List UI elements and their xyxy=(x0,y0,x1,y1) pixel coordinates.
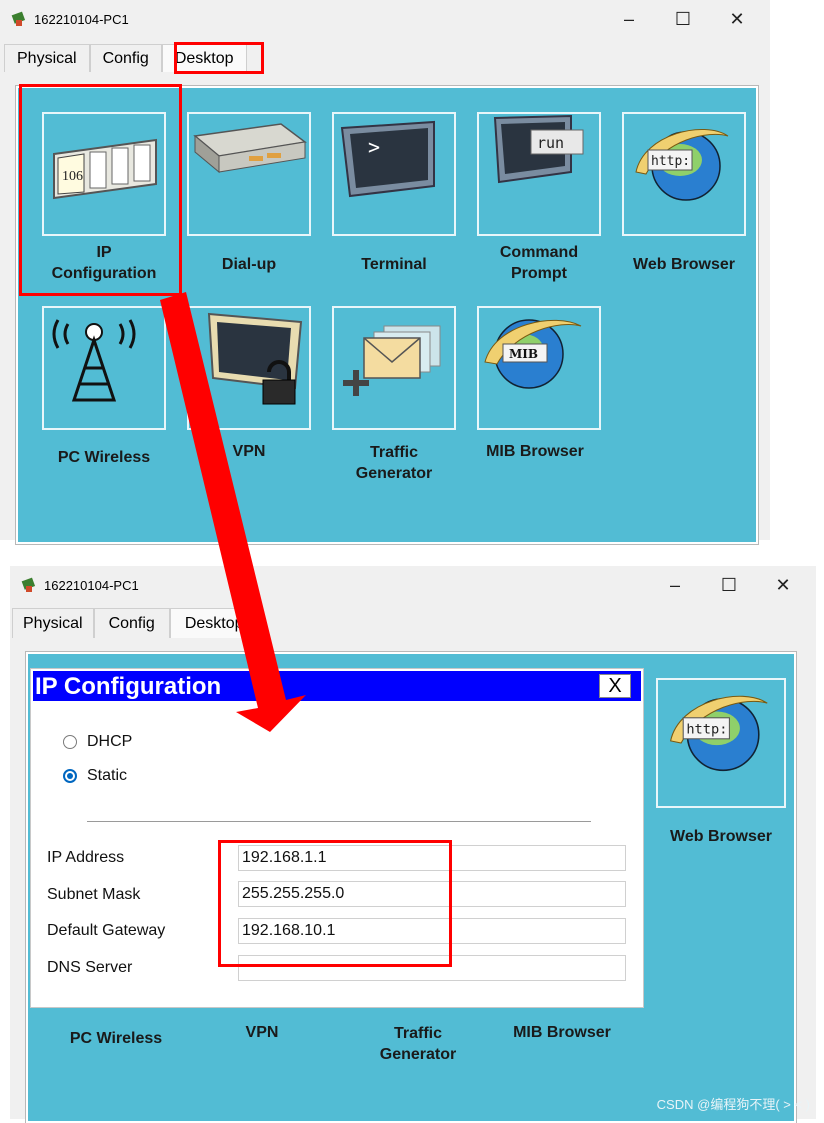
annotation-arrow xyxy=(160,292,306,732)
watermark: CSDN @编程狗不理( > < ) xyxy=(656,1097,810,1112)
